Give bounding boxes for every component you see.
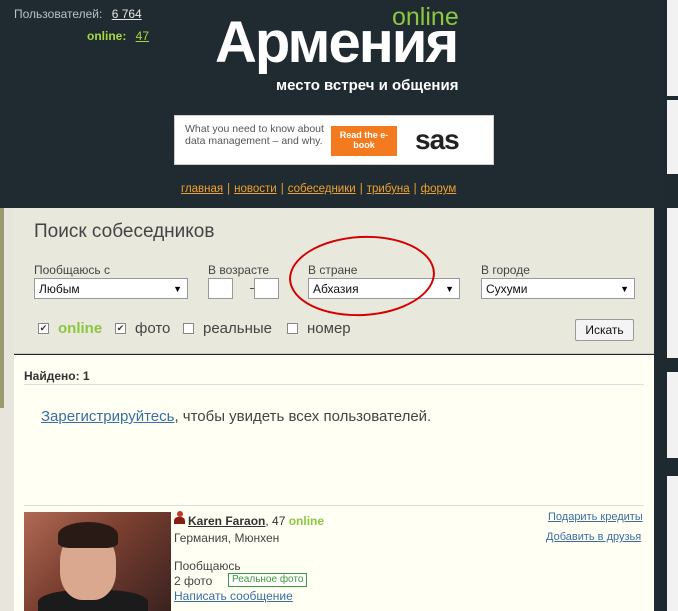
register-notice: Зарегистрируйтесь, чтобы увидеть всех по… (41, 408, 432, 425)
register-link[interactable]: Зарегистрируйтесь (41, 408, 174, 425)
user-looking-for: Пообщаюсь (174, 559, 241, 573)
found-count: Найдено: 1 (24, 369, 90, 383)
results-area: Найдено: 1 Зарегистрируйтесь, чтобы увид… (14, 355, 654, 611)
online-label: online: (87, 29, 127, 43)
talk-select[interactable]: Любым ▼ (34, 278, 188, 299)
gift-credits-link[interactable]: Подарить кредиты (548, 511, 643, 523)
ad-text: What you need to know about data managem… (185, 123, 324, 147)
real-checkbox[interactable] (183, 323, 194, 334)
nav-item-forum[interactable]: форум (421, 183, 457, 195)
right-sidebar (663, 0, 678, 611)
ad-banner[interactable]: What you need to know about data managem… (174, 115, 494, 165)
page: Пользователей: 6 764 online: 47 online А… (0, 0, 678, 611)
nav-item-news[interactable]: новости (234, 183, 277, 195)
talk-label: Пообщаюсь с (34, 263, 110, 277)
user-photo[interactable] (24, 512, 171, 611)
user-location: Германия, Мюнхен (174, 531, 280, 545)
user-age: , 47 (265, 514, 286, 528)
nav-item-home[interactable]: главная (181, 183, 223, 195)
chevron-down-icon: ▼ (173, 284, 182, 294)
online-checkbox[interactable]: ✔ (38, 323, 49, 334)
sidebar-box (667, 0, 678, 96)
number-checkbox[interactable] (287, 323, 298, 334)
search-title: Поиск собеседников (34, 221, 215, 242)
online-filter-label: online (58, 320, 103, 337)
chevron-down-icon: ▼ (445, 284, 454, 294)
photo-filter-label: фото (135, 320, 171, 337)
site-header: Пользователей: 6 764 online: 47 online А… (0, 0, 663, 208)
age-label: В возрасте (208, 263, 270, 277)
sidebar-box (667, 100, 678, 174)
real-filter-label: реальные (203, 320, 273, 337)
online-count-link[interactable]: 47 (136, 29, 149, 43)
user-online-status: online (288, 514, 325, 528)
photo-checkbox[interactable]: ✔ (115, 323, 126, 334)
add-friend-link[interactable]: Добавить в друзья (546, 531, 641, 543)
nav-item-people[interactable]: собеседники (288, 183, 356, 195)
age-from-input[interactable] (208, 278, 233, 299)
age-to-input[interactable] (254, 278, 279, 299)
number-filter-label: номер (307, 320, 351, 337)
city-select[interactable]: Сухуми ▼ (481, 278, 635, 299)
logo-tagline: место встреч и общения (276, 77, 459, 94)
users-count-link[interactable]: 6 764 (112, 7, 142, 21)
search-button[interactable]: Искать (575, 319, 634, 341)
user-name-link[interactable]: Karen Faraon (188, 514, 265, 528)
real-photo-badge: Реальное фото (228, 573, 308, 587)
site-logo[interactable]: Армения (215, 14, 459, 72)
users-label: Пользователей: (14, 7, 103, 21)
chevron-down-icon: ▼ (620, 284, 629, 294)
online-stat: online: 47 (87, 29, 149, 43)
sidebar-box (667, 372, 678, 458)
sidebar-box (667, 476, 678, 611)
users-stat: Пользователей: 6 764 (14, 7, 142, 21)
city-label: В городе (481, 263, 530, 277)
left-strip (0, 208, 14, 611)
user-male-icon (174, 511, 185, 524)
user-photo-count: 2 фото (174, 574, 213, 588)
main-nav: главная | новости | собеседники | трибуна | фору… (181, 183, 457, 195)
ad-cta-button[interactable]: Read the e-book (331, 126, 397, 156)
ad-brand-logo: sas (415, 124, 460, 155)
user-heading: Karen Faraon, 47 online (188, 514, 324, 528)
sidebar-box (667, 208, 678, 358)
write-message-link[interactable]: Написать сообщение (174, 589, 293, 603)
nav-item-tribune[interactable]: трибуна (367, 183, 410, 195)
